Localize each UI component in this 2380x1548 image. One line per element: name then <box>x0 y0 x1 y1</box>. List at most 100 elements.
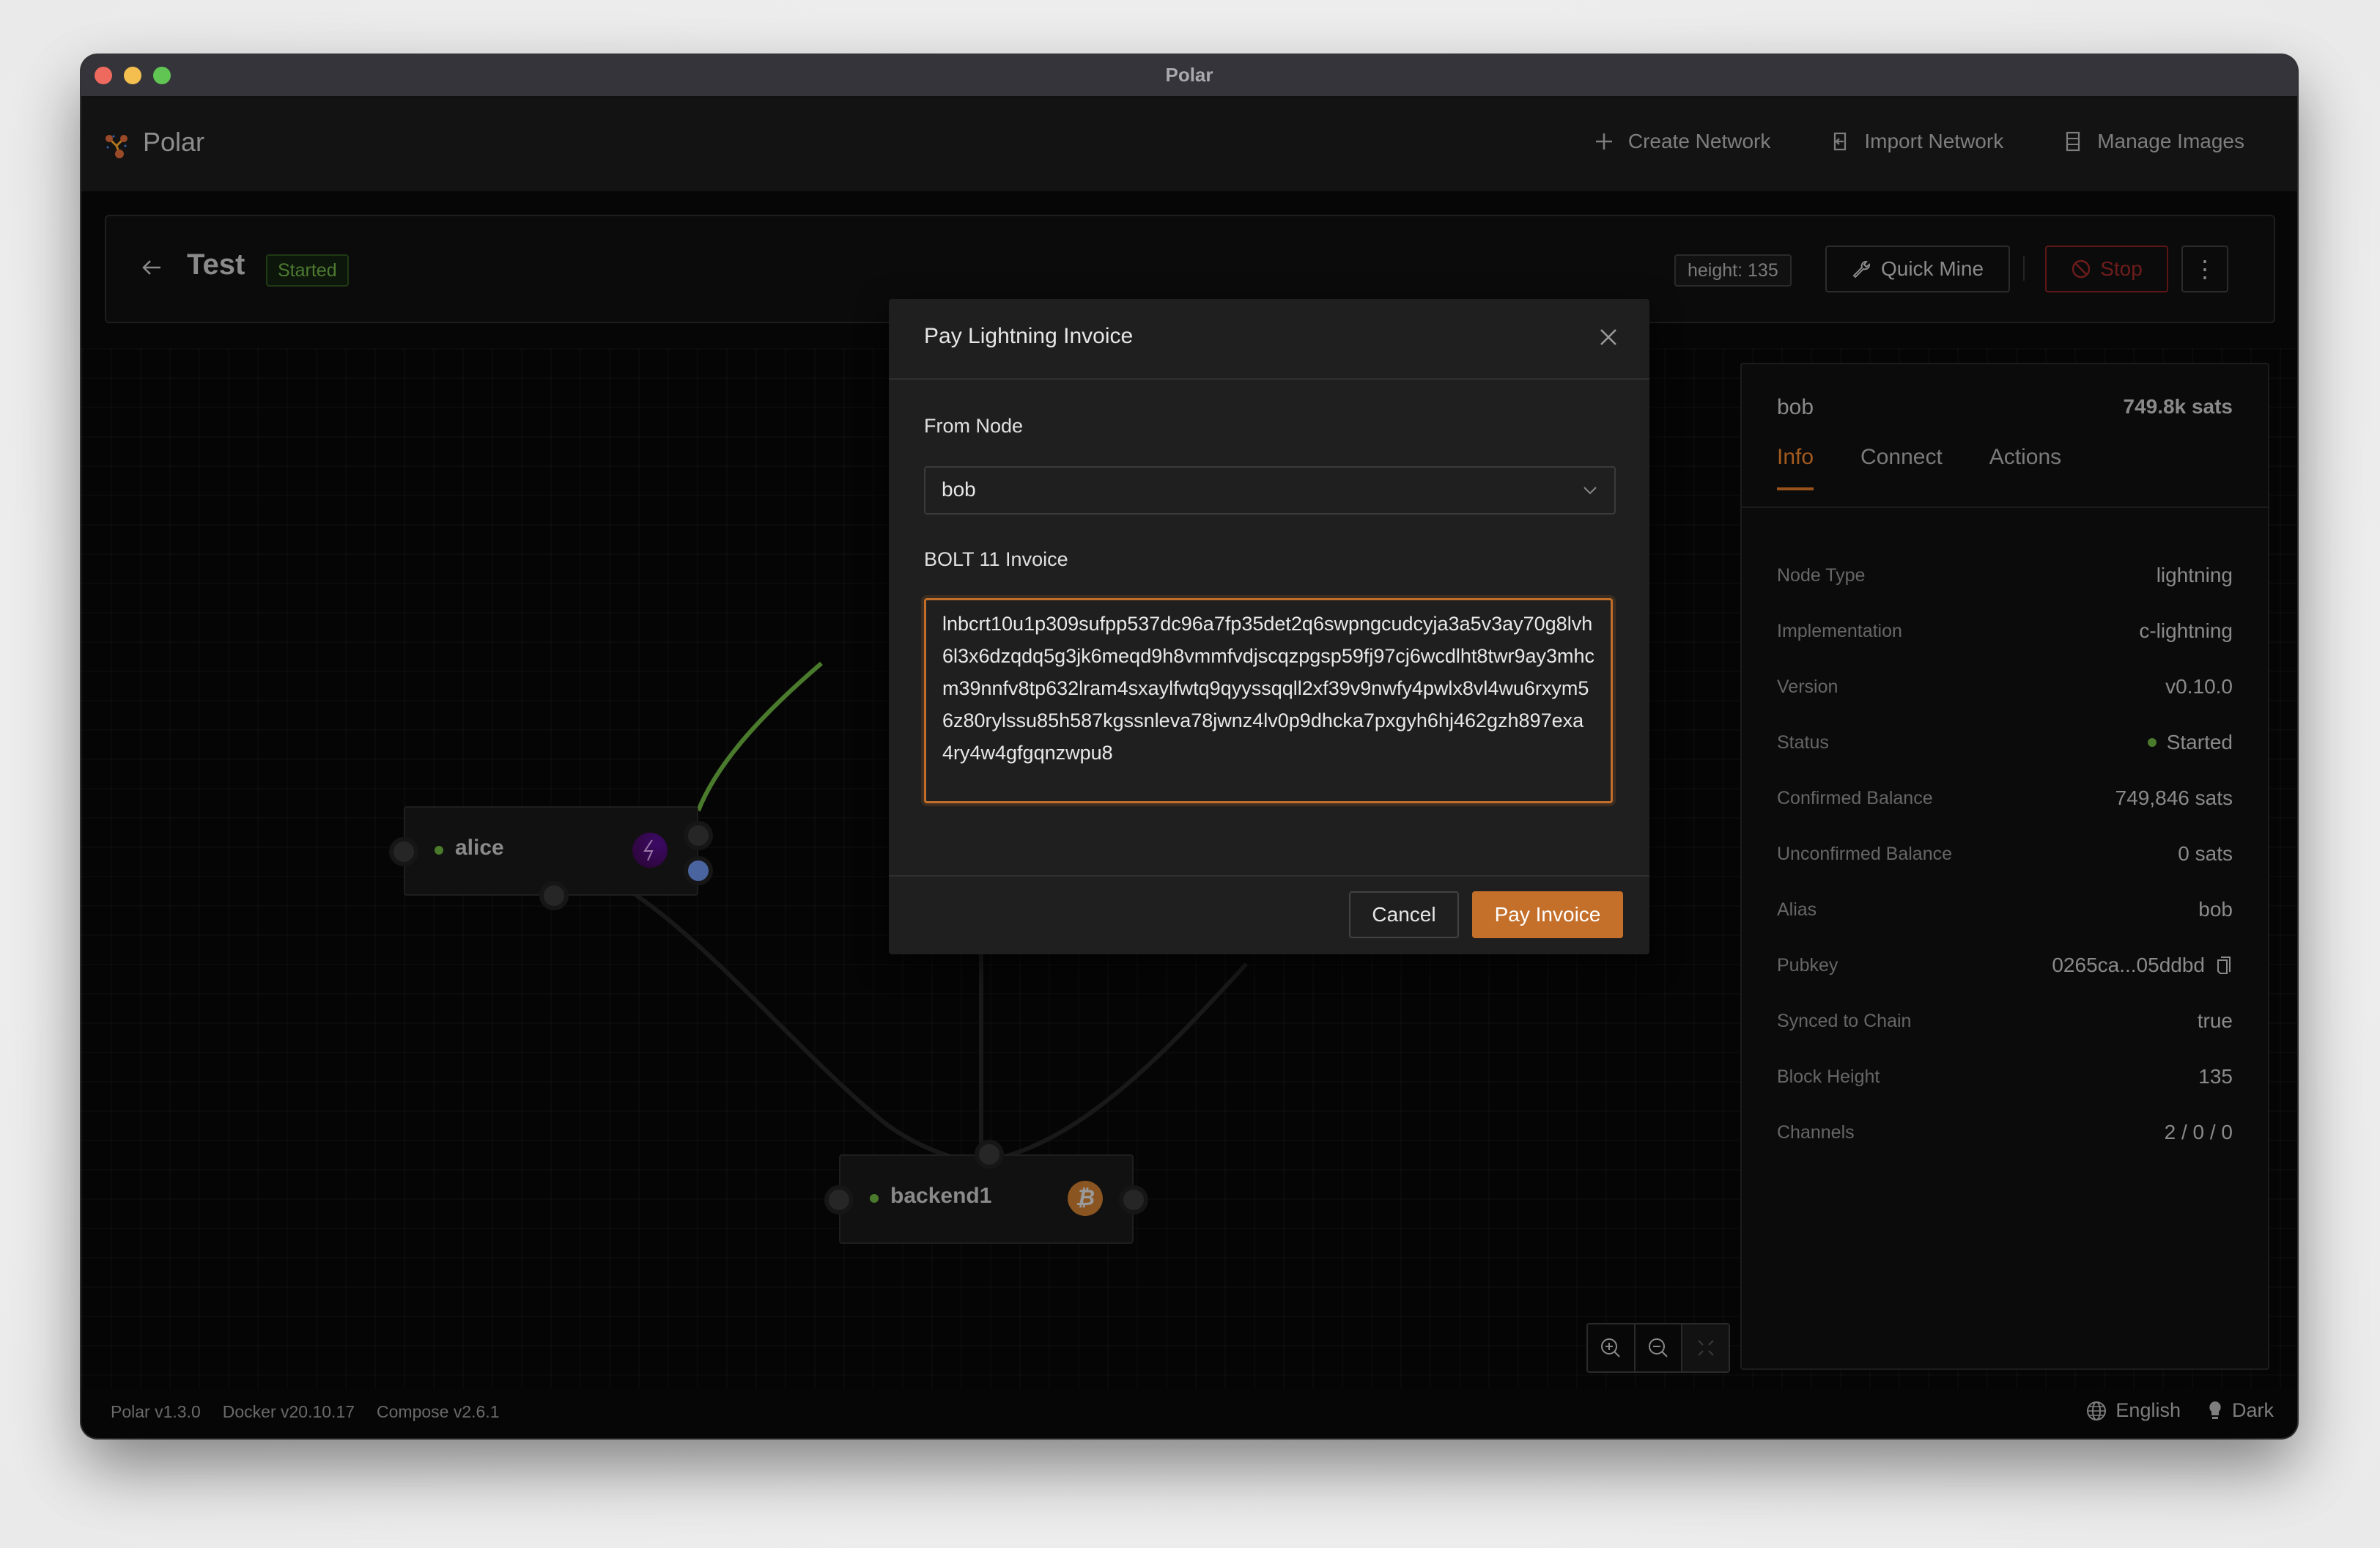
chevron-down-icon <box>1583 487 1597 495</box>
cancel-button[interactable]: Cancel <box>1349 891 1459 938</box>
info-value: 135 <box>2198 1065 2233 1088</box>
theme-switcher[interactable]: Dark <box>2207 1399 2274 1422</box>
info-value: c-lightning <box>2139 619 2233 642</box>
info-value: 0265ca...05ddbd <box>2052 954 2233 977</box>
node-backend1[interactable]: backend1 ₿ <box>824 1140 1148 1244</box>
selected-node-name: bob <box>1777 395 1814 419</box>
tabs-divider <box>1742 506 2268 508</box>
compose-version: Compose v2.6.1 <box>377 1402 500 1421</box>
invoice-input[interactable]: lnbcrt10u1p309sufpp537dc96a7fp35det2q6sw… <box>924 598 1613 803</box>
expand-icon <box>1697 1340 1714 1356</box>
zoom-out-button[interactable] <box>1636 1324 1683 1371</box>
info-row-confirmed-balance: Confirmed Balance 749,846 sats <box>1777 770 2233 826</box>
quick-mine-label: Quick Mine <box>1880 257 1984 280</box>
node-alice[interactable]: alice <box>389 806 713 910</box>
node-details-panel: bob 749.8k sats Info Connect Actions Nod… <box>1740 363 2269 1370</box>
from-node-value: bob <box>942 478 976 501</box>
node-port-right-top[interactable] <box>684 821 713 850</box>
window-title: Polar <box>1165 64 1213 86</box>
close-icon[interactable] <box>1595 324 1622 350</box>
canvas-zoom-controls <box>1586 1323 1730 1373</box>
app-window: Polar Polar Create Network Import Networ… <box>81 55 2297 1438</box>
stop-icon <box>2072 259 2091 279</box>
invoice-label: BOLT 11 Invoice <box>924 548 1068 570</box>
node-name: alice <box>455 836 504 860</box>
pubkey-text: 0265ca...05ddbd <box>2052 954 2205 976</box>
title-bar: Polar <box>81 55 2297 97</box>
zoom-in-button[interactable] <box>1588 1324 1636 1371</box>
manage-images-button[interactable]: Manage Images <box>2062 130 2244 153</box>
header-nav: Create Network Import Network Manage Ima… <box>1593 130 2244 153</box>
info-key: Confirmed Balance <box>1777 787 1933 808</box>
info-value: true <box>2197 1009 2233 1032</box>
more-options-button[interactable]: ⋮ <box>2181 246 2228 292</box>
info-row-node-type: Node Type lightning <box>1777 548 2233 603</box>
block-height-tag: height: 135 <box>1674 254 1792 287</box>
info-key: Unconfirmed Balance <box>1777 843 1953 864</box>
node-name: backend1 <box>890 1184 992 1208</box>
info-key: Version <box>1777 676 1838 697</box>
node-port-left[interactable] <box>389 837 418 866</box>
selected-node-balance: 749.8k sats <box>2123 395 2233 418</box>
info-value: 749,846 sats <box>2115 786 2233 809</box>
tab-actions[interactable]: Actions <box>1989 445 2061 490</box>
manage-images-label: Manage Images <box>2097 130 2244 152</box>
info-key: Implementation <box>1777 620 1902 641</box>
polar-logo-icon <box>106 135 128 158</box>
info-row-unconfirmed-balance: Unconfirmed Balance 0 sats <box>1777 826 2233 882</box>
create-network-label: Create Network <box>1627 130 1771 152</box>
tab-connect[interactable]: Connect <box>1860 445 1943 490</box>
from-node-select[interactable]: bob <box>924 466 1616 515</box>
info-row-alias: Alias bob <box>1777 882 2233 937</box>
info-row-block-height: Block Height 135 <box>1777 1049 2233 1105</box>
lightning-icon <box>632 833 668 868</box>
plus-icon <box>1595 133 1612 150</box>
node-status-dot <box>435 846 443 855</box>
info-row-implementation: Implementation c-lightning <box>1777 603 2233 659</box>
info-row-status: Status Started <box>1777 715 2233 770</box>
info-key: Block Height <box>1777 1066 1880 1087</box>
tab-info[interactable]: Info <box>1777 445 1814 490</box>
info-key: Status <box>1777 731 1829 753</box>
node-port-right[interactable] <box>1119 1185 1148 1215</box>
node-port-right-bottom[interactable] <box>684 856 713 885</box>
copy-icon[interactable] <box>2215 955 2233 976</box>
node-port-top[interactable] <box>975 1140 1004 1169</box>
version-info: Polar v1.3.0 Docker v20.10.17 Compose v2… <box>111 1402 500 1422</box>
info-value: bob <box>2198 898 2233 921</box>
status-text: Started <box>2166 731 2233 753</box>
database-icon <box>2066 131 2080 152</box>
globe-icon <box>2087 1401 2107 1420</box>
info-key: Channels <box>1777 1121 1855 1143</box>
node-port-bottom[interactable] <box>539 881 569 910</box>
footer-settings: English Dark <box>2086 1399 2274 1422</box>
import-network-button[interactable]: Import Network <box>1829 130 2003 153</box>
modal-title: Pay Lightning Invoice <box>924 324 1134 348</box>
from-node-label: From Node <box>924 415 1024 437</box>
info-value: Started <box>2147 731 2233 754</box>
node-info-list: Node Type lightning Implementation c-lig… <box>1777 548 2233 1160</box>
docker-version: Docker v20.10.17 <box>222 1402 355 1421</box>
language-switcher[interactable]: English <box>2086 1399 2181 1422</box>
zoom-out-icon <box>1649 1338 1668 1357</box>
brand-name: Polar <box>143 127 205 157</box>
create-network-button[interactable]: Create Network <box>1593 130 1771 153</box>
info-value: 2 / 0 / 0 <box>2164 1121 2233 1143</box>
stop-label: Stop <box>2100 257 2143 280</box>
modal-footer-divider <box>889 875 1649 877</box>
import-icon <box>1834 132 1847 151</box>
info-row-channels: Channels 2 / 0 / 0 <box>1777 1105 2233 1160</box>
back-arrow-icon[interactable] <box>140 256 163 279</box>
tool-icon <box>1852 261 1870 279</box>
pay-invoice-button[interactable]: Pay Invoice <box>1472 891 1623 938</box>
theme-label: Dark <box>2231 1399 2274 1421</box>
info-row-pubkey: Pubkey 0265ca...05ddbd <box>1777 937 2233 993</box>
node-port-left[interactable] <box>824 1185 854 1215</box>
fit-view-button[interactable] <box>1682 1324 1729 1371</box>
quick-mine-button[interactable]: Quick Mine <box>1825 246 2010 292</box>
info-key: Node Type <box>1777 564 1866 586</box>
pay-invoice-modal: Pay Lightning Invoice From Node bob BOLT… <box>889 299 1649 954</box>
import-network-label: Import Network <box>1864 130 2004 152</box>
info-value: lightning <box>2156 564 2233 586</box>
stop-network-button[interactable]: Stop <box>2045 246 2168 292</box>
